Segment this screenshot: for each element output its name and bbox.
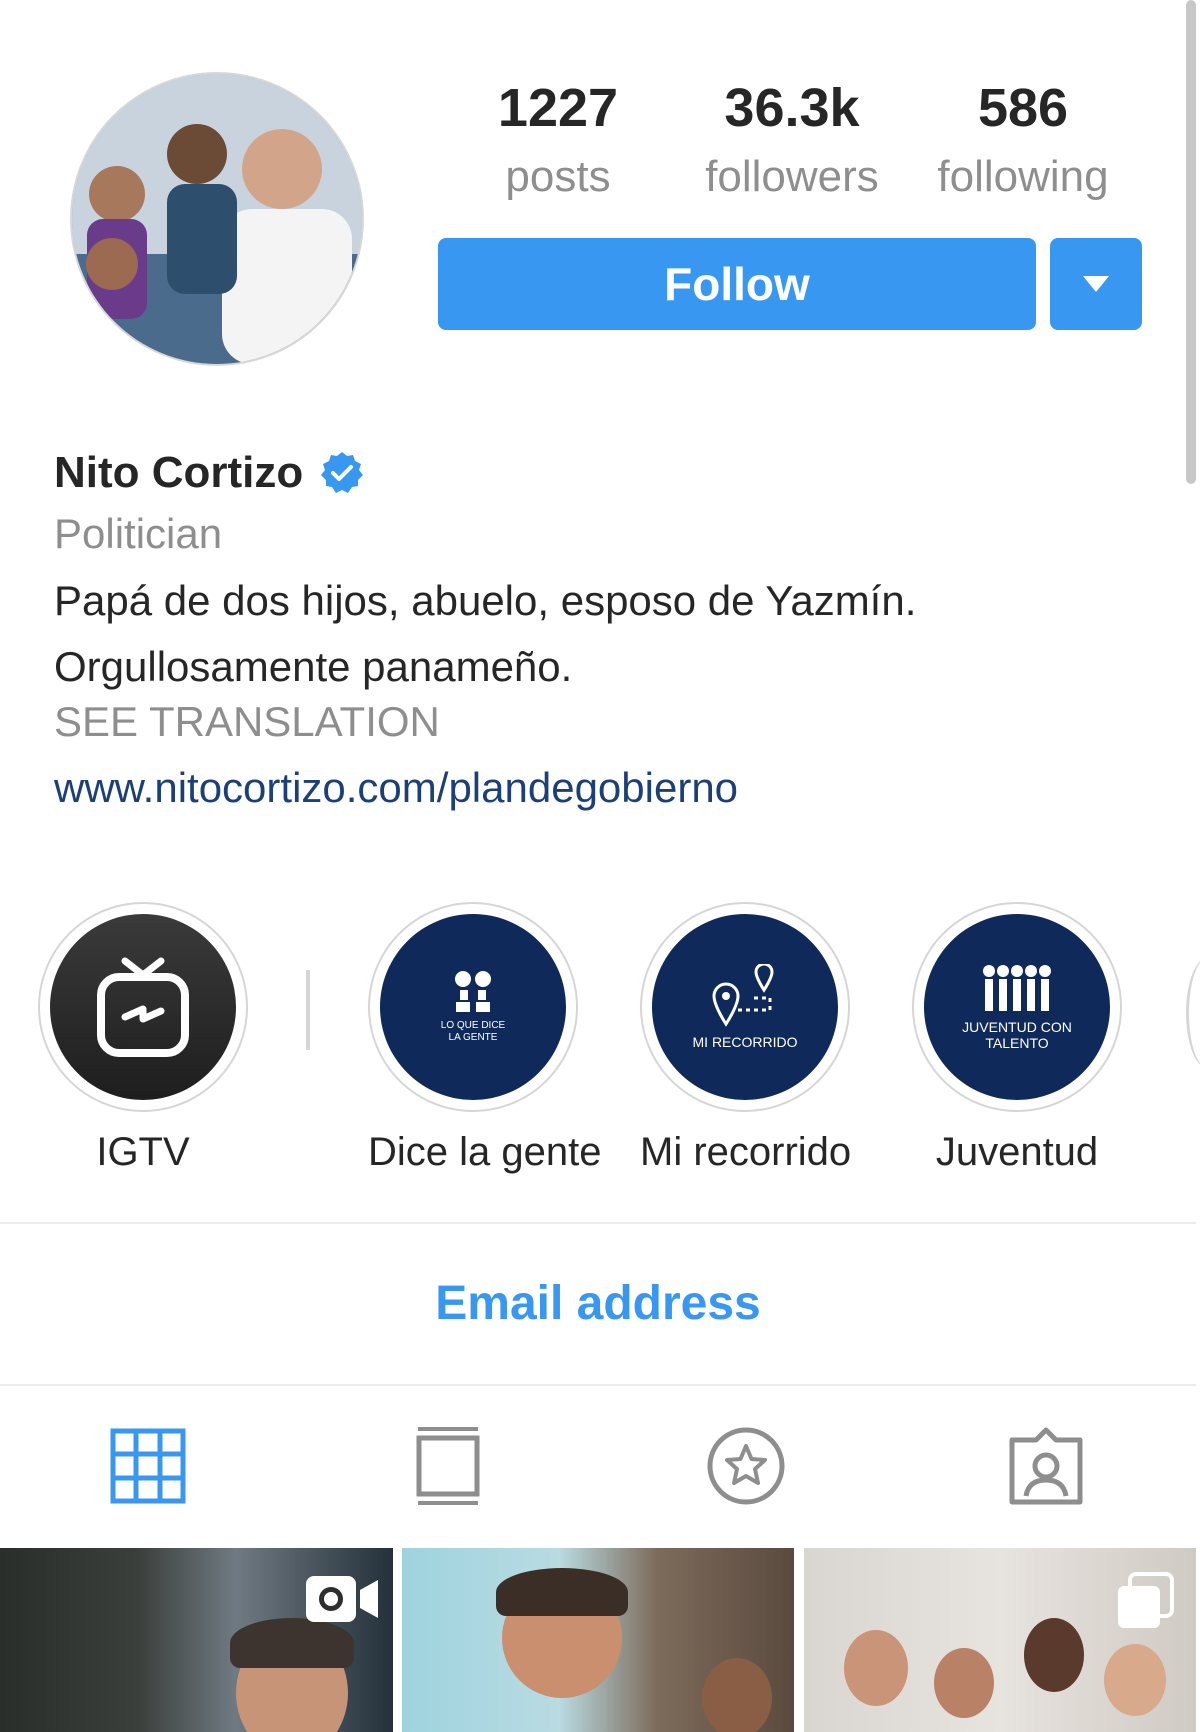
stat-posts: 1227 posts bbox=[458, 78, 658, 204]
highlight-cover-caption: MI RECORRIDO bbox=[692, 1034, 798, 1050]
highlight-cover: MI RECORRIDO bbox=[652, 914, 838, 1100]
profile-website-link[interactable]: www.nitocortizo.com/plandegobierno bbox=[54, 764, 738, 812]
tab-saved[interactable] bbox=[706, 1426, 786, 1506]
profile-name: Nito Cortizo bbox=[54, 448, 304, 497]
photo-subject-hair bbox=[230, 1618, 354, 1668]
highlight-label: Mi recorrido bbox=[640, 1130, 852, 1174]
post-thumbnail[interactable] bbox=[402, 1548, 794, 1732]
grid-icon bbox=[110, 1428, 186, 1504]
carousel-icon bbox=[1118, 1572, 1174, 1628]
highlight-cover-caption: LO QUE DICE LA GENTE bbox=[440, 1020, 506, 1043]
post-thumbnail[interactable] bbox=[0, 1548, 393, 1732]
suggested-dropdown-button[interactable] bbox=[1050, 238, 1142, 330]
highlight-dice-la-gente[interactable]: LO QUE DICE LA GENTE Dice la gente bbox=[368, 902, 602, 1175]
posts-count: 1227 bbox=[497, 78, 619, 138]
photo-subject-hair bbox=[496, 1568, 628, 1616]
follow-button[interactable]: Follow bbox=[438, 238, 1036, 330]
stat-followers[interactable]: 36.3k followers bbox=[682, 78, 902, 204]
highlight-label: IGTV bbox=[96, 1130, 190, 1174]
highlight-cover bbox=[50, 914, 236, 1100]
following-label: following bbox=[937, 152, 1109, 201]
posts-label: posts bbox=[505, 152, 611, 201]
highlight-cover: LO QUE DICE LA GENTE bbox=[380, 914, 566, 1100]
people-speech-icon bbox=[455, 971, 491, 1012]
photo-subject bbox=[1024, 1618, 1084, 1692]
profile-name-row: Nito Cortizo bbox=[54, 448, 365, 498]
photo-subject bbox=[702, 1658, 772, 1732]
photo-subject bbox=[934, 1648, 994, 1718]
highlight-label: Juventud bbox=[935, 1130, 1099, 1174]
highlight-ring: JUVENTUD CON TALENTO bbox=[912, 902, 1122, 1112]
caret-down-icon bbox=[1083, 276, 1109, 292]
scrollbar[interactable] bbox=[1186, 0, 1196, 484]
bio-line-1: Papá de dos hijos, abuelo, esposo de Yaz… bbox=[54, 577, 917, 624]
tagged-person-icon bbox=[1009, 1427, 1083, 1505]
highlight-partial-next[interactable] bbox=[1186, 958, 1200, 1068]
see-translation-link[interactable]: SEE TRANSLATION bbox=[54, 698, 440, 746]
highlight-cover-caption: JUVENTUD CON TALENTO bbox=[962, 1019, 1072, 1051]
profile-category: Politician bbox=[54, 510, 223, 557]
divider bbox=[0, 1222, 1196, 1224]
followers-label: followers bbox=[705, 152, 879, 201]
post-thumbnail[interactable] bbox=[804, 1548, 1196, 1732]
followers-count: 36.3k bbox=[724, 78, 860, 138]
highlight-label: Dice la gente bbox=[368, 1130, 602, 1174]
bio-line-2: Orgullosamente panameño. bbox=[54, 643, 573, 690]
verified-badge-icon bbox=[321, 452, 364, 493]
highlights-divider bbox=[306, 970, 310, 1050]
tab-grid[interactable] bbox=[108, 1426, 188, 1506]
highlight-mi-recorrido[interactable]: MI RECORRIDO Mi recorrido bbox=[640, 902, 852, 1175]
highlight-juventud[interactable]: JUVENTUD CON TALENTO Juventud bbox=[912, 902, 1122, 1175]
divider bbox=[0, 1384, 1196, 1386]
photo-subject bbox=[1104, 1644, 1166, 1716]
profile-avatar[interactable] bbox=[70, 72, 364, 366]
tab-feed[interactable] bbox=[408, 1426, 488, 1506]
feed-icon bbox=[416, 1427, 480, 1505]
photo-subject bbox=[844, 1630, 908, 1706]
video-camera-icon bbox=[306, 1576, 378, 1622]
highlight-ring: LO QUE DICE LA GENTE bbox=[368, 902, 578, 1112]
highlight-ring: MI RECORRIDO bbox=[640, 902, 850, 1112]
highlight-cover: JUVENTUD CON TALENTO bbox=[924, 914, 1110, 1100]
youth-group-icon bbox=[983, 965, 1051, 1011]
email-address-button[interactable]: Email address bbox=[0, 1276, 1196, 1331]
stat-following[interactable]: 586 following bbox=[918, 78, 1128, 204]
star-circle-icon bbox=[707, 1427, 785, 1505]
tab-tagged[interactable] bbox=[1006, 1426, 1086, 1506]
profile-bio: Papá de dos hijos, abuelo, esposo de Yaz… bbox=[54, 568, 1154, 700]
highlight-ring bbox=[38, 902, 248, 1112]
igtv-icon bbox=[97, 957, 189, 1057]
highlight-igtv[interactable]: IGTV bbox=[38, 902, 248, 1175]
following-count: 586 bbox=[977, 78, 1069, 138]
route-pin-icon bbox=[712, 964, 774, 1027]
